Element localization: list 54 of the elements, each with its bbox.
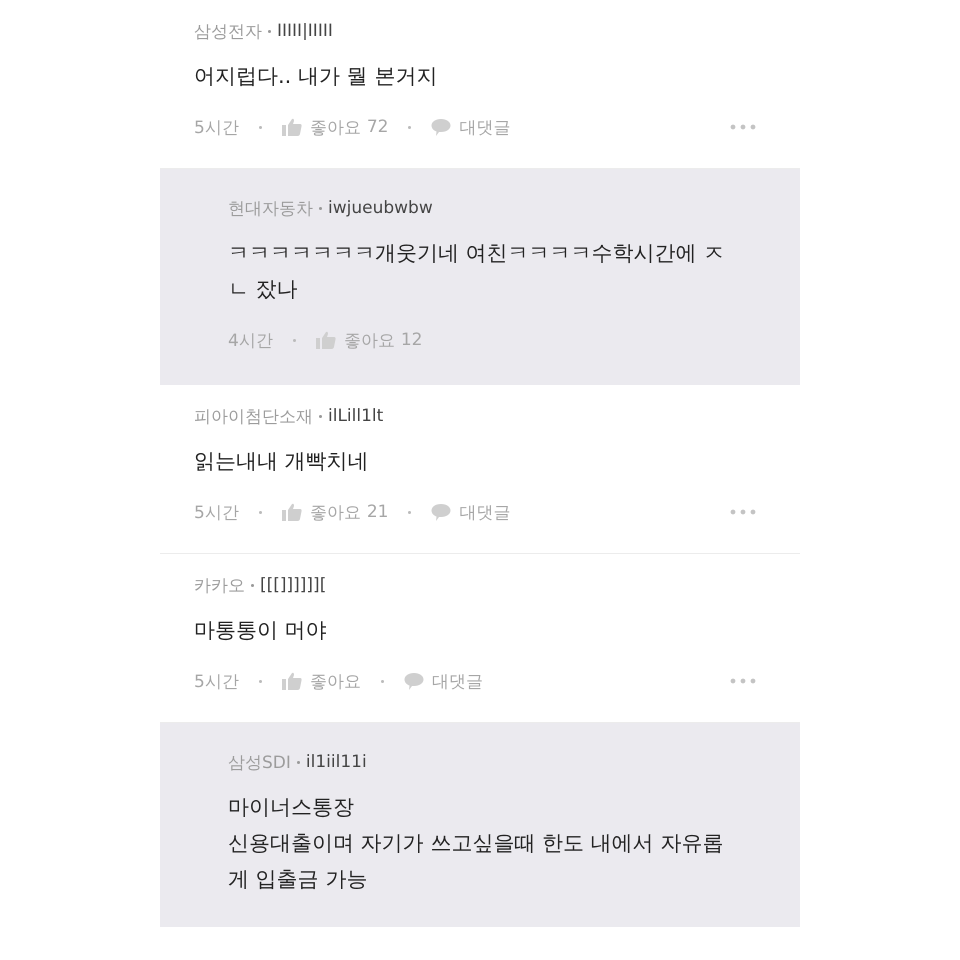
- separator-dot: [258, 126, 262, 128]
- reply-button[interactable]: 대댓글: [432, 670, 483, 692]
- comment-text-line: 신용대출이며 자기가 쓰고싶을때 한도 내에서 자유롭: [228, 830, 724, 857]
- like-count: 72: [366, 117, 388, 137]
- thumbs-up-icon[interactable]: [316, 331, 336, 349]
- company-name: 현대자동차: [228, 198, 313, 220]
- timestamp: 5시간: [194, 502, 239, 524]
- like-count: 12: [400, 330, 422, 350]
- like-button[interactable]: 좋아요: [310, 670, 361, 692]
- separator-dot: [258, 510, 262, 514]
- separator-dot: [319, 414, 322, 418]
- username: IIIII|IIIII: [277, 21, 333, 41]
- company-name: 삼성전자: [194, 20, 262, 42]
- company-name: 카카오: [194, 574, 245, 596]
- separator-dot: [408, 510, 412, 514]
- like-button[interactable]: 좋아요: [310, 116, 361, 138]
- comment-text-line: 게 입출금 가능: [228, 866, 368, 893]
- separator-dot: [251, 584, 254, 586]
- comment-text-line: 마통통이 머야: [194, 617, 328, 644]
- username: ilLill1lt: [328, 406, 384, 426]
- username: iwjueubwbw: [328, 198, 433, 218]
- separator-dot: [380, 680, 384, 682]
- like-button[interactable]: 좋아요: [344, 328, 395, 352]
- separator-dot: [296, 760, 300, 764]
- like-count: 21: [366, 502, 388, 522]
- thumbs-up-icon[interactable]: [282, 503, 302, 521]
- username: [[[]]]]]][: [260, 575, 326, 595]
- like-button[interactable]: 좋아요: [310, 500, 361, 524]
- speech-bubble-icon[interactable]: [431, 118, 452, 136]
- thumbs-up-icon[interactable]: [282, 672, 302, 690]
- timestamp: 5시간: [194, 670, 239, 692]
- comment-text-line: 마이너스통장: [228, 794, 355, 821]
- comment-text-line: ㄴ 잤나: [228, 276, 299, 303]
- separator-dot: [258, 680, 262, 682]
- comment-text-line: 읽는내내 개빡치네: [194, 448, 370, 475]
- speech-bubble-icon[interactable]: [404, 672, 424, 690]
- more-icon[interactable]: [730, 678, 756, 684]
- separator-dot: [319, 206, 322, 210]
- separator-dot: [408, 126, 412, 128]
- separator-dot: [292, 338, 296, 342]
- comment-text-line: ㅋㅋㅋㅋㅋㅋㅋ개웃기네 여친ㅋㅋㅋㅋ수학시간에 ㅈ: [228, 240, 726, 267]
- username: il1iil11i: [306, 752, 367, 772]
- timestamp: 4시간: [228, 330, 273, 352]
- company-name: 피아이첨단소재: [194, 406, 313, 428]
- comment-text-line: 어지럽다.. 내가 뭘 본거지: [194, 63, 438, 90]
- separator-dot: [268, 30, 271, 32]
- reply-button[interactable]: 대댓글: [459, 116, 510, 138]
- timestamp: 5시간: [194, 116, 239, 138]
- thumbs-up-icon[interactable]: [282, 118, 302, 136]
- company-name: 삼성SDI: [228, 752, 291, 774]
- reply-button[interactable]: 대댓글: [459, 500, 510, 524]
- more-icon[interactable]: [730, 124, 756, 130]
- more-icon[interactable]: [730, 509, 756, 515]
- speech-bubble-icon[interactable]: [431, 503, 452, 521]
